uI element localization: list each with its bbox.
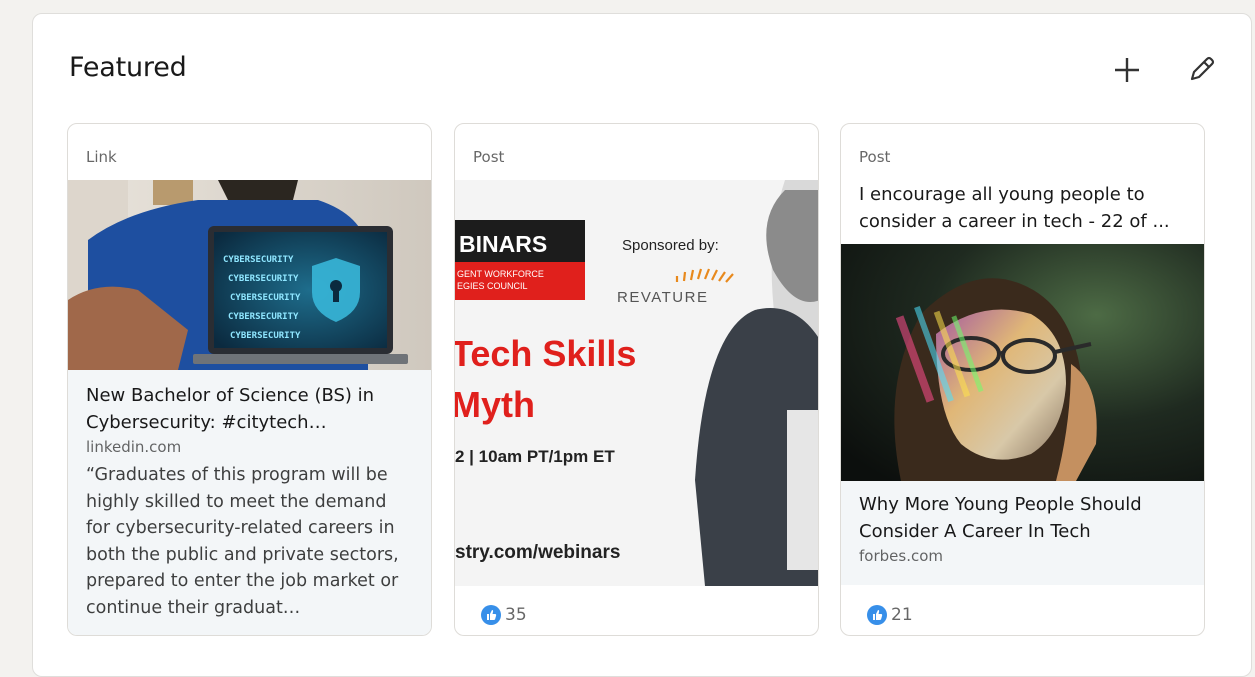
link-title: Why More Young People Should Consider A … <box>859 494 1142 542</box>
cybersecurity-image: CYBERSECURITY CYBERSECURITY CYBERSECURIT… <box>68 180 431 370</box>
reaction-count[interactable]: 35 <box>481 605 527 625</box>
featured-card-link[interactable]: Link CYBERSECURITY CYBERSECURITY CYBERSE… <box>67 123 432 636</box>
image-text: CYBERSECURITY <box>223 255 294 265</box>
council-line: EGIES COUNCIL <box>457 281 528 291</box>
link-source: linkedin.com <box>86 438 182 456</box>
young-woman-image <box>841 244 1204 481</box>
edit-featured-button[interactable] <box>1181 50 1221 90</box>
post-headline: I encourage all young people to consider… <box>859 184 1170 232</box>
pencil-icon <box>1190 56 1215 81</box>
webinar-time: 2 | 10am PT/1pm ET <box>455 447 615 466</box>
link-description: “Graduates of this program will be highl… <box>86 465 399 618</box>
reaction-number: 21 <box>891 605 913 625</box>
sponsor-name: REVATURE <box>617 289 708 306</box>
link-source: forbes.com <box>859 547 943 565</box>
webinar-label: BINARS <box>459 231 547 257</box>
image-text: CYBERSECURITY <box>230 331 301 341</box>
sponsored-label: Sponsored by: <box>622 237 719 254</box>
featured-card-post-forbes[interactable]: Post I encourage all young people to con… <box>840 123 1205 636</box>
add-featured-button[interactable] <box>1107 50 1147 90</box>
reaction-number: 35 <box>505 605 527 625</box>
reaction-count[interactable]: 21 <box>867 605 913 625</box>
card-type-label: Link <box>86 148 117 166</box>
council-line: GENT WORKFORCE <box>457 269 544 279</box>
headline-line: Tech Skills <box>455 333 636 374</box>
card-type-label: Post <box>473 148 505 166</box>
webinar-image: BINARS GENT WORKFORCE EGIES COUNCIL Spon… <box>455 180 818 586</box>
like-icon <box>481 605 501 625</box>
image-text: CYBERSECURITY <box>228 312 299 322</box>
like-icon <box>867 605 887 625</box>
featured-section: Featured Link CYBERSECURITY CYBERSECURIT… <box>32 13 1252 677</box>
card-meta: New Bachelor of Science (BS) in Cybersec… <box>68 370 431 635</box>
link-title: New Bachelor of Science (BS) in Cybersec… <box>86 385 375 433</box>
featured-card-post-webinar[interactable]: Post BINARS GENT WORKFORCE EGIES COUNCIL… <box>454 123 819 636</box>
section-title: Featured <box>69 52 187 83</box>
image-text: CYBERSECURITY <box>228 274 299 284</box>
card-type-label: Post <box>859 148 891 166</box>
image-text: CYBERSECURITY <box>230 293 301 303</box>
webinar-url: stry.com/webinars <box>455 542 620 563</box>
plus-icon <box>1115 58 1139 82</box>
card-meta: Why More Young People Should Consider A … <box>841 481 1204 585</box>
headline-line: Myth <box>455 384 535 425</box>
